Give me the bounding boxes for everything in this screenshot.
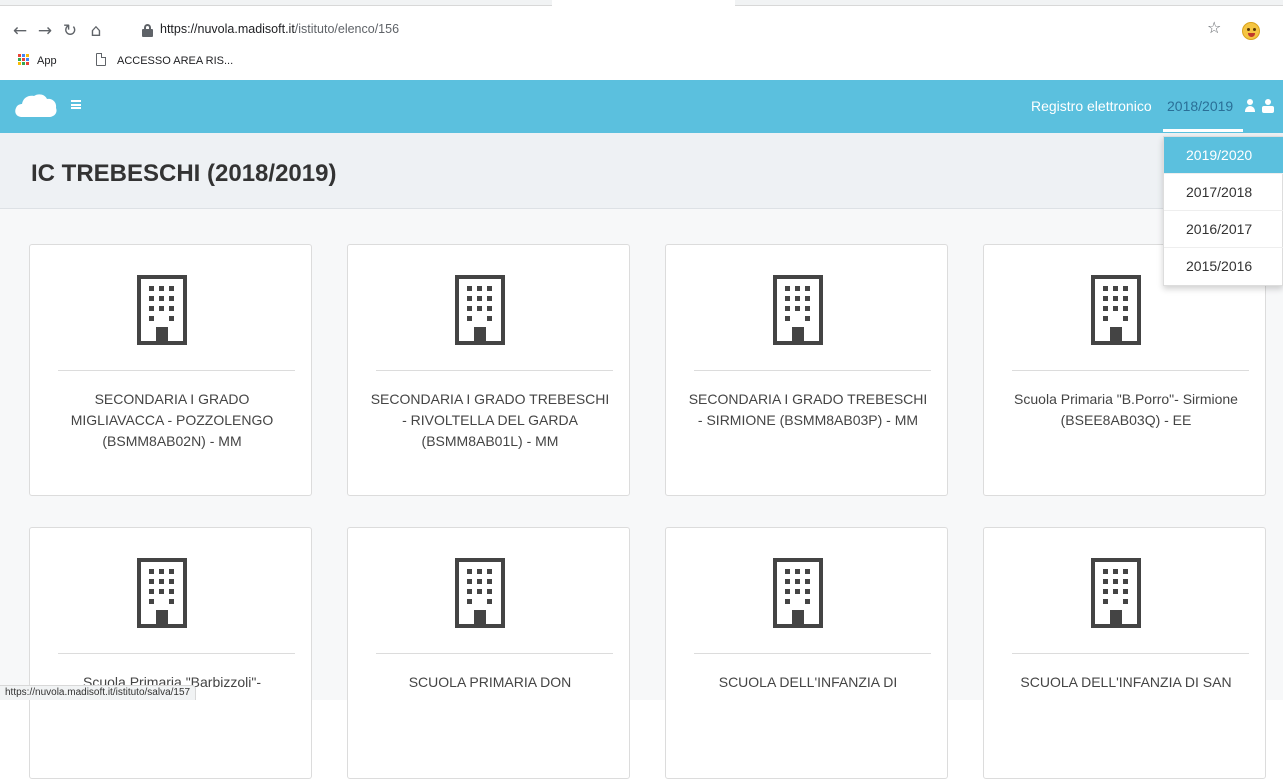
bookmark-star-icon[interactable]: ☆ bbox=[1207, 18, 1221, 37]
bookmark-accesso[interactable]: ACCESSO AREA RIS... bbox=[117, 55, 233, 67]
browser-tab[interactable] bbox=[735, 0, 1283, 6]
school-card[interactable]: SECONDARIA I GRADO TREBESCHI - RIVOLTELL… bbox=[347, 244, 630, 496]
back-arrow-icon[interactable]: ← bbox=[8, 18, 32, 44]
year-selector-underline bbox=[1163, 129, 1243, 132]
building-icon bbox=[773, 275, 823, 345]
cloud-icon[interactable] bbox=[14, 93, 58, 117]
school-card[interactable]: SECONDARIA I GRADO MIGLIAVACCA - POZZOLE… bbox=[29, 244, 312, 496]
school-card[interactable]: SCUOLA DELL'INFANZIA DI bbox=[665, 527, 948, 779]
building-icon bbox=[1091, 558, 1141, 628]
registro-label: Registro elettronico bbox=[1031, 98, 1152, 114]
building-icon bbox=[773, 558, 823, 628]
school-name: Scuola Primaria "B.Porro"- Sirmione (BSE… bbox=[1014, 391, 1238, 428]
user-icon[interactable] bbox=[1245, 99, 1255, 113]
card-divider bbox=[376, 653, 613, 654]
school-card[interactable]: SECONDARIA I GRADO TREBESCHI - SIRMIONE … bbox=[665, 244, 948, 496]
browser-tab[interactable] bbox=[0, 0, 552, 6]
building-icon bbox=[455, 275, 505, 345]
card-divider bbox=[58, 370, 295, 371]
school-name: SCUOLA DELL'INFANZIA DI SAN bbox=[1020, 674, 1232, 690]
address-bar[interactable]: https://nuvola.madisoft.it/istituto/elen… bbox=[142, 18, 1232, 44]
bookmarks-bar: App ACCESSO AREA RIS... bbox=[0, 52, 1283, 72]
school-card[interactable]: Scuola Primaria "Barbizzoli"- bbox=[29, 527, 312, 779]
apps-grid-icon[interactable] bbox=[18, 54, 30, 66]
page-title: IC TREBESCHI (2018/2019) bbox=[31, 160, 337, 187]
school-grid: SECONDARIA I GRADO MIGLIAVACCA - POZZOLE… bbox=[0, 209, 1283, 779]
school-card[interactable]: SCUOLA DELL'INFANZIA DI SAN bbox=[983, 527, 1266, 779]
school-name: SCUOLA PRIMARIA DON bbox=[408, 674, 572, 690]
building-icon bbox=[137, 275, 187, 345]
browser-chrome: ← → ↻ ⌂ https://nuvola.madisoft.it/istit… bbox=[0, 0, 1283, 80]
card-divider bbox=[694, 653, 931, 654]
school-name: SCUOLA DELL'INFANZIA DI bbox=[718, 674, 898, 690]
profile-avatar-icon[interactable] bbox=[1242, 22, 1260, 40]
year-option[interactable]: 2015/2016 bbox=[1164, 248, 1283, 285]
year-option[interactable]: 2019/2020 bbox=[1164, 137, 1283, 174]
forward-arrow-icon[interactable]: → bbox=[33, 18, 57, 44]
building-icon bbox=[455, 558, 505, 628]
year-option[interactable]: 2017/2018 bbox=[1164, 174, 1283, 211]
building-icon bbox=[1091, 275, 1141, 345]
school-name: SECONDARIA I GRADO TREBESCHI - SIRMIONE … bbox=[688, 391, 928, 428]
year-dropdown: 2019/2020 2017/2018 2016/2017 2015/2016 bbox=[1163, 136, 1283, 286]
hamburger-icon[interactable] bbox=[71, 100, 81, 109]
user-menu-icon[interactable] bbox=[1262, 99, 1274, 113]
app-header: Registro elettronico 2018/2019 bbox=[0, 80, 1283, 133]
browser-menu-icon[interactable]: ⋮ bbox=[1276, 20, 1283, 40]
browser-toolbar: ← → ↻ ⌂ https://nuvola.madisoft.it/istit… bbox=[0, 16, 1283, 48]
card-divider bbox=[1012, 370, 1249, 371]
card-divider bbox=[1012, 653, 1249, 654]
lock-icon bbox=[142, 24, 153, 37]
year-option[interactable]: 2016/2017 bbox=[1164, 211, 1283, 248]
card-divider bbox=[58, 653, 295, 654]
document-icon bbox=[96, 53, 106, 66]
school-name: SECONDARIA I GRADO TREBESCHI - RIVOLTELL… bbox=[370, 391, 610, 449]
school-card[interactable]: SCUOLA PRIMARIA DON bbox=[347, 527, 630, 779]
title-band: IC TREBESCHI (2018/2019) bbox=[0, 133, 1283, 209]
bookmark-apps[interactable]: App bbox=[37, 55, 57, 67]
card-divider bbox=[376, 370, 613, 371]
school-name: SECONDARIA I GRADO MIGLIAVACCA - POZZOLE… bbox=[70, 391, 274, 449]
reload-icon[interactable]: ↻ bbox=[58, 18, 82, 44]
status-url: https://nuvola.madisoft.it/istituto/salv… bbox=[0, 685, 197, 700]
building-icon bbox=[137, 558, 187, 628]
year-selector[interactable]: 2018/2019 bbox=[1167, 98, 1233, 114]
url-text: https://nuvola.madisoft.it/istituto/elen… bbox=[160, 22, 400, 36]
card-divider bbox=[694, 370, 931, 371]
home-icon[interactable]: ⌂ bbox=[84, 18, 108, 44]
